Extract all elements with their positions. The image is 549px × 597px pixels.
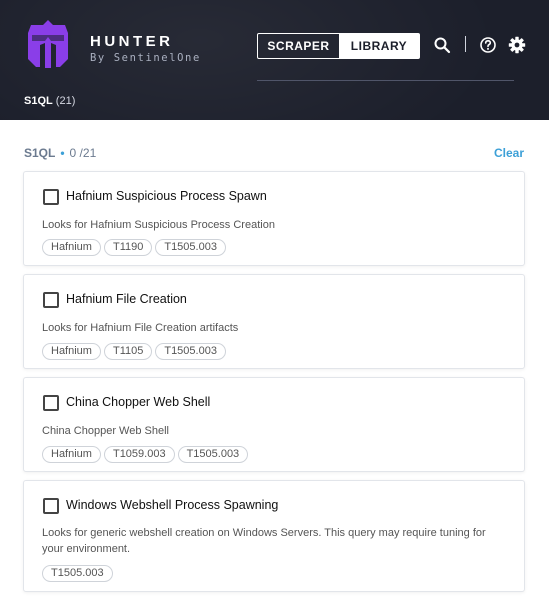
list-label: S1QL [24,146,56,160]
tag-list: Hafnium T1059.003 T1505.003 [42,446,249,463]
tag: Hafnium [42,343,101,360]
tab-scraper[interactable]: SCRAPER [258,34,339,58]
gear-icon[interactable] [508,36,526,54]
query-description: China Chopper Web Shell [42,425,169,437]
search-icon[interactable] [433,36,451,54]
query-type-label: S1QL [24,95,53,107]
view-toggle: SCRAPER LIBRARY [257,33,420,59]
query-description: Looks for Hafnium File Creation artifact… [42,322,239,334]
tag: T1059.003 [103,446,175,463]
spartan-helmet-logo-icon [28,20,68,68]
app-header: HUNTER By SentinelOne SCRAPER LIBRARY S1… [0,0,549,120]
query-description: Looks for Hafnium Suspicious Process Cre… [42,219,275,231]
query-card[interactable]: China Chopper Web Shell China Chopper We… [23,377,525,472]
selection-summary: S1QL • 0 /21 [24,146,96,160]
tag: T1505.003 [155,239,226,256]
tag-list: Hafnium T1190 T1505.003 [42,239,226,256]
tag-list: T1505.003 [42,565,113,582]
tag: T1505.003 [42,565,113,582]
clear-button[interactable]: Clear [494,146,524,160]
separator-dot: • [60,146,65,160]
selected-count: 0 /21 [69,146,97,160]
header-rule [257,80,514,81]
query-checkbox[interactable] [43,498,59,514]
app-subtitle: By SentinelOne [90,52,201,64]
query-card[interactable]: Hafnium Suspicious Process Spawn Looks f… [23,171,525,266]
tag: T1505.003 [155,343,226,360]
query-card[interactable]: Hafnium File Creation Looks for Hafnium … [23,274,525,369]
app-title: HUNTER [90,33,174,50]
query-type-count: (21) [55,95,76,107]
header-texture [0,0,549,120]
query-title: Hafnium Suspicious Process Spawn [66,189,267,203]
query-description: Looks for generic webshell creation on W… [42,527,486,555]
tag: Hafnium [42,239,101,256]
tag: Hafnium [42,446,101,463]
query-checkbox[interactable] [43,189,59,205]
tag-list: Hafnium T1105 T1505.003 [42,343,226,360]
query-title: Hafnium File Creation [66,292,187,306]
help-icon[interactable] [479,36,497,54]
tab-library[interactable]: LIBRARY [339,34,419,58]
tag: T1190 [103,239,153,256]
header-divider [465,36,466,52]
query-title: Windows Webshell Process Spawning [66,498,279,512]
tag: T1505.003 [177,446,249,463]
tag: T1105 [103,343,153,360]
query-title: China Chopper Web Shell [66,395,211,409]
query-checkbox[interactable] [43,395,59,411]
query-card[interactable]: Windows Webshell Process Spawning Looks … [23,480,525,592]
query-type-tab[interactable]: S1QL (21) [24,95,75,107]
query-checkbox[interactable] [43,292,59,308]
